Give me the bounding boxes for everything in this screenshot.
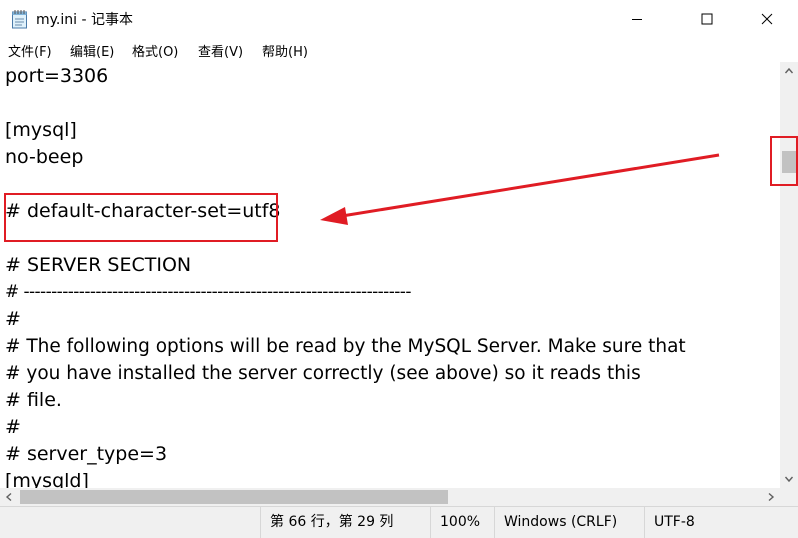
text-line: # you have installed the server correctl… <box>5 363 641 384</box>
scroll-down-button[interactable] <box>780 470 798 488</box>
highlight-box-scroll-thumb <box>770 136 798 186</box>
status-line-ending: Windows (CRLF) <box>494 507 644 538</box>
scroll-right-button[interactable] <box>762 488 780 506</box>
arrow-right-icon <box>768 492 775 502</box>
notepad-window: my.ini - 记事本 文件(F) 编辑(E) 格式(O) 查看(V) 帮助(… <box>0 0 798 538</box>
scroll-left-button[interactable] <box>0 488 18 506</box>
arrow-left-icon <box>5 492 12 502</box>
status-zoom: 100% <box>430 507 494 538</box>
menu-edit[interactable]: 编辑(E) <box>70 41 114 60</box>
minimize-button[interactable] <box>614 0 660 38</box>
menu-format[interactable]: 格式(O) <box>132 41 178 60</box>
status-bar: 第 66 行，第 29 列 100% Windows (CRLF) UTF-8 <box>0 506 798 538</box>
text-line: # <box>5 416 21 438</box>
minimize-icon <box>632 19 642 20</box>
text-line: # <box>5 308 21 330</box>
vertical-scrollbar[interactable] <box>780 62 798 488</box>
close-button[interactable] <box>744 0 790 38</box>
highlight-box-config-line <box>4 193 278 242</box>
horizontal-scrollbar[interactable] <box>0 488 780 506</box>
text-line: # --------------------------------------… <box>5 282 411 302</box>
text-line: # file. <box>5 389 62 411</box>
arrow-down-icon <box>784 476 794 483</box>
menu-bar: 文件(F) 编辑(E) 格式(O) 查看(V) 帮助(H) <box>0 38 798 62</box>
menu-file[interactable]: 文件(F) <box>8 41 52 60</box>
arrow-up-icon <box>784 67 794 74</box>
text-line: no-beep <box>5 146 84 168</box>
horizontal-scroll-thumb[interactable] <box>20 490 448 504</box>
text-line: # server_type=3 <box>5 443 168 465</box>
status-encoding: UTF-8 <box>644 507 798 538</box>
notepad-icon <box>12 10 27 29</box>
text-line: [mysqld] <box>5 470 89 488</box>
scrollbar-corner <box>780 488 798 506</box>
window-title: my.ini - 记事本 <box>36 12 133 28</box>
title-bar[interactable]: my.ini - 记事本 <box>0 0 798 38</box>
text-line: # SERVER SECTION <box>5 254 192 276</box>
menu-view[interactable]: 查看(V) <box>198 41 243 60</box>
scroll-up-button[interactable] <box>780 62 798 80</box>
status-position: 第 66 行，第 29 列 <box>260 507 430 538</box>
text-editor[interactable]: port=3306 [mysql] no-beep # default-char… <box>0 62 780 488</box>
maximize-button[interactable] <box>684 0 730 38</box>
text-line: # The following options will be read by … <box>5 336 686 357</box>
text-line: [mysql] <box>5 119 77 141</box>
text-line: port=3306 <box>5 65 109 87</box>
maximize-icon <box>701 13 713 25</box>
menu-help[interactable]: 帮助(H) <box>262 41 308 60</box>
close-icon <box>761 13 773 25</box>
